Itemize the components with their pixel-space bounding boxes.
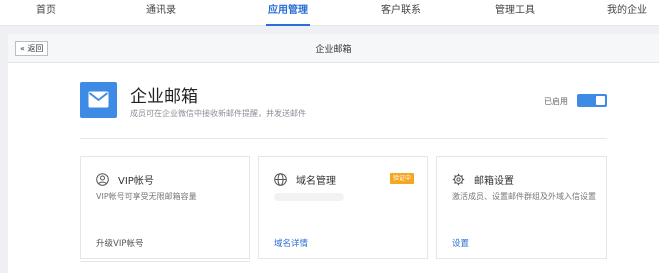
verifying-badge: 验证中 (390, 173, 415, 184)
card-description: VIP帐号可享受无限邮箱容量 (96, 192, 197, 201)
gear-icon (452, 171, 465, 190)
divider (80, 138, 607, 139)
sub-header: « 返回 企业邮箱 (8, 34, 659, 63)
card-title: 域名管理 (296, 176, 336, 187)
enable-toggle[interactable] (577, 94, 607, 107)
nav-item-admin-tools[interactable]: 管理工具 (495, 0, 535, 26)
card-title: VIP帐号 (118, 176, 154, 187)
nav-item-app-management[interactable]: 应用管理 (266, 0, 310, 26)
nav-item-home[interactable]: 首页 (36, 0, 56, 26)
app-title: 企业邮箱 (130, 87, 198, 107)
domain-management-card[interactable]: 域名管理 验证中 域名详情 (258, 156, 428, 259)
next-card-row-edge (80, 261, 250, 273)
domain-details-link[interactable]: 域名详情 (274, 237, 308, 249)
vip-account-card[interactable]: VIP帐号 VIP帐号可享受无限邮箱容量 升级VIP帐号 (80, 156, 250, 259)
card-title: 邮箱设置 (474, 176, 514, 187)
status-label: 已启用 (544, 97, 568, 106)
nav-item-my-company[interactable]: 我的企业 (607, 0, 647, 26)
nav-item-contacts[interactable]: 通讯录 (146, 0, 176, 26)
card-description: 激活成员、设置邮件群组及外域入信设置 (452, 192, 596, 201)
page-title: 企业邮箱 (315, 45, 352, 55)
main-panel: « 返回 企业邮箱 企业邮箱 成员可在企业微信中接收新邮件提醒，并发送邮件 已启… (8, 34, 659, 273)
mail-icon (80, 82, 117, 118)
nav-item-customer-contact[interactable]: 客户联系 (381, 0, 421, 26)
upgrade-vip-link[interactable]: 升级VIP帐号 (96, 237, 143, 249)
globe-icon (274, 171, 287, 190)
settings-link[interactable]: 设置 (452, 237, 469, 249)
toggle-knob (596, 96, 605, 105)
top-nav: 首页 通讯录 应用管理 客户联系 管理工具 我的企业 (0, 0, 659, 26)
app-description: 成员可在企业微信中接收新邮件提醒，并发送邮件 (130, 109, 306, 118)
redacted-domain (274, 193, 344, 201)
user-circle-icon (96, 171, 109, 190)
mailbox-settings-card[interactable]: 邮箱设置 激活成员、设置邮件群组及外域入信设置 设置 (436, 156, 607, 259)
